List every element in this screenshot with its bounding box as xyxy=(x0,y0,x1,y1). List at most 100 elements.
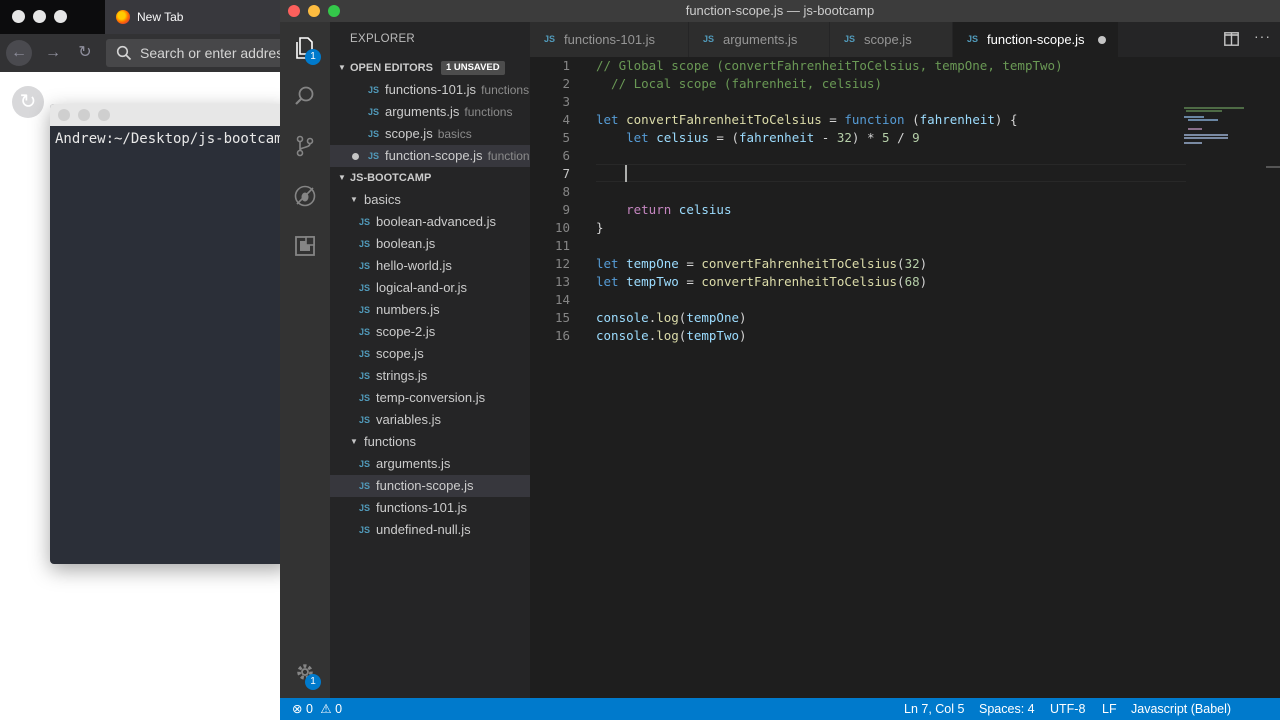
window-zoom-button[interactable] xyxy=(328,5,340,17)
file-name: strings.js xyxy=(376,368,428,383)
file-item[interactable]: JS boolean.js xyxy=(330,233,530,255)
code-line: 15 console.log(tempOne) xyxy=(554,310,747,325)
error-count: 0 xyxy=(305,702,313,716)
explorer-title: EXPLORER xyxy=(350,33,416,45)
code-line: 1// Global scope (convertFahrenheitToCel… xyxy=(562,58,1063,73)
back-icon[interactable]: ← xyxy=(6,40,32,66)
open-editor-name: arguments.js xyxy=(385,104,460,119)
open-editor-item-active[interactable]: JS function-scope.js functions xyxy=(330,145,530,167)
code-line: 9 return celsius xyxy=(562,202,732,217)
chevron-down-icon: ▼ xyxy=(338,173,346,182)
tab-scope[interactable]: JS scope.js xyxy=(830,22,952,57)
forward-icon[interactable]: → xyxy=(40,40,66,66)
terminal-zoom-dot[interactable] xyxy=(98,109,110,121)
tab-functions-101[interactable]: JS functions-101.js xyxy=(530,22,688,57)
open-editor-item[interactable]: JS arguments.js functions xyxy=(330,101,530,123)
warning-count: 0 xyxy=(335,702,343,716)
line-ending[interactable]: LF xyxy=(1102,698,1117,720)
code-line: 16 console.log(tempTwo) xyxy=(554,328,747,343)
cursor-position[interactable]: Ln 7, Col 5 xyxy=(904,698,964,720)
window-minimize-button[interactable] xyxy=(308,5,320,17)
more-icon[interactable]: ··· xyxy=(1254,28,1271,44)
code-line: 4 let convertFahrenheitToCelsius = functi… xyxy=(562,112,1018,127)
open-editor-folder: functions xyxy=(464,105,513,119)
file-item[interactable]: JS strings.js xyxy=(330,365,530,387)
search-icon[interactable] xyxy=(293,84,317,108)
window-titlebar: function-scope.js — js-bootcamp xyxy=(280,0,1280,22)
tab-function-scope[interactable]: JS function-scope.js xyxy=(953,22,1118,57)
open-editor-item[interactable]: JS scope.js basics xyxy=(330,123,530,145)
scrollbar-marker[interactable] xyxy=(1266,166,1280,168)
folder-functions[interactable]: ▼ functions xyxy=(330,431,530,453)
js-file-icon: JS xyxy=(359,349,371,359)
code-line: 5 let celsius = (fahrenheit - 32) * 5 / … xyxy=(562,130,920,145)
open-editors-header[interactable]: ▼ OPEN EDITORS 1 UNSAVED xyxy=(330,57,530,79)
folder-label: functions xyxy=(364,434,417,449)
open-editor-folder: functions xyxy=(487,149,530,163)
js-file-icon: JS xyxy=(359,305,371,315)
open-editor-name: functions-101.js xyxy=(385,82,477,97)
file-item[interactable]: JS scope.js xyxy=(330,343,530,365)
unsaved-dot-icon[interactable] xyxy=(1098,36,1106,44)
file-item[interactable]: JS hello-world.js xyxy=(330,255,530,277)
code-line: 6 xyxy=(562,148,570,163)
url-bar[interactable]: Search or enter address xyxy=(106,39,296,67)
extensions-icon[interactable] xyxy=(293,234,317,258)
project-header[interactable]: ▼ JS-BOOTCAMP xyxy=(330,167,530,189)
reload-icon[interactable]: ↻ xyxy=(72,40,98,66)
code-editor[interactable]: 1// Global scope (convertFahrenheitToCel… xyxy=(530,57,1280,698)
browser-tab-new-tab[interactable]: New Tab xyxy=(105,0,285,34)
js-file-icon: JS xyxy=(359,415,371,425)
status-bar: ⊗ 0 ⚠ 0 Ln 7, Col 5 Spaces: 4 UTF-8 LF J… xyxy=(280,698,1280,720)
code-line: 3 xyxy=(562,94,570,109)
terminal-close-dot[interactable] xyxy=(58,109,70,121)
window-close-button[interactable] xyxy=(288,5,300,17)
tab-label: scope.js xyxy=(864,32,912,47)
editor-tabs: JS functions-101.js JS arguments.js JS s… xyxy=(530,22,1280,57)
indentation[interactable]: Spaces: 4 xyxy=(979,698,1035,720)
settings-badge: 1 xyxy=(305,674,321,690)
file-name: boolean.js xyxy=(376,236,436,251)
browser-close-dot[interactable] xyxy=(12,10,25,23)
problems-indicator[interactable]: ⊗ 0 ⚠ 0 xyxy=(292,698,342,720)
folder-basics[interactable]: ▼ basics xyxy=(330,189,530,211)
tab-arguments[interactable]: JS arguments.js xyxy=(689,22,829,57)
file-item[interactable]: JS logical-and-or.js xyxy=(330,277,530,299)
file-item[interactable]: JS functions-101.js xyxy=(330,497,530,519)
js-file-icon: JS xyxy=(544,34,556,44)
chevron-down-icon: ▼ xyxy=(350,195,358,204)
split-editor-icon[interactable] xyxy=(1224,32,1239,46)
firefox-logo-icon: ↻ xyxy=(12,86,44,118)
explorer-sidebar: EXPLORER ▼ OPEN EDITORS 1 UNSAVED JS func… xyxy=(330,22,530,698)
js-file-icon: JS xyxy=(359,239,371,249)
terminal-minimize-dot[interactable] xyxy=(78,109,90,121)
file-item[interactable]: JS variables.js xyxy=(330,409,530,431)
file-item[interactable]: JS boolean-advanced.js xyxy=(330,211,530,233)
file-name: boolean-advanced.js xyxy=(376,214,496,229)
open-editor-item[interactable]: JS functions-101.js functions xyxy=(330,79,530,101)
tab-label: arguments.js xyxy=(723,32,798,47)
encoding[interactable]: UTF-8 xyxy=(1050,698,1085,720)
source-control-icon[interactable] xyxy=(293,134,317,158)
chevron-down-icon: ▼ xyxy=(350,437,358,446)
js-file-icon: JS xyxy=(703,34,715,44)
language-mode[interactable]: Javascript (Babel) xyxy=(1131,698,1231,720)
debug-icon[interactable] xyxy=(293,184,317,208)
folder-label: basics xyxy=(364,192,401,207)
file-item[interactable]: JS undefined-null.js xyxy=(330,519,530,541)
file-item[interactable]: JS arguments.js xyxy=(330,453,530,475)
editor-area: JS functions-101.js JS arguments.js JS s… xyxy=(530,22,1280,698)
terminal-window[interactable]: Andrew:~/Desktop/js-bootcamp xyxy=(50,104,290,564)
file-item-selected[interactable]: JS function-scope.js xyxy=(330,475,530,497)
error-icon: ⊗ xyxy=(292,702,303,716)
browser-minimize-dot[interactable] xyxy=(33,10,46,23)
file-item[interactable]: JS numbers.js xyxy=(330,299,530,321)
js-file-icon: JS xyxy=(359,283,371,293)
minimap[interactable] xyxy=(1184,107,1274,147)
file-item[interactable]: JS scope-2.js xyxy=(330,321,530,343)
code-line: 11 xyxy=(554,238,570,253)
terminal-prompt: Andrew:~/Desktop/js-bootcamp xyxy=(55,131,290,147)
file-item[interactable]: JS temp-conversion.js xyxy=(330,387,530,409)
browser-toolbar: ← → ↻ Search or enter address xyxy=(0,34,296,72)
browser-zoom-dot[interactable] xyxy=(54,10,67,23)
